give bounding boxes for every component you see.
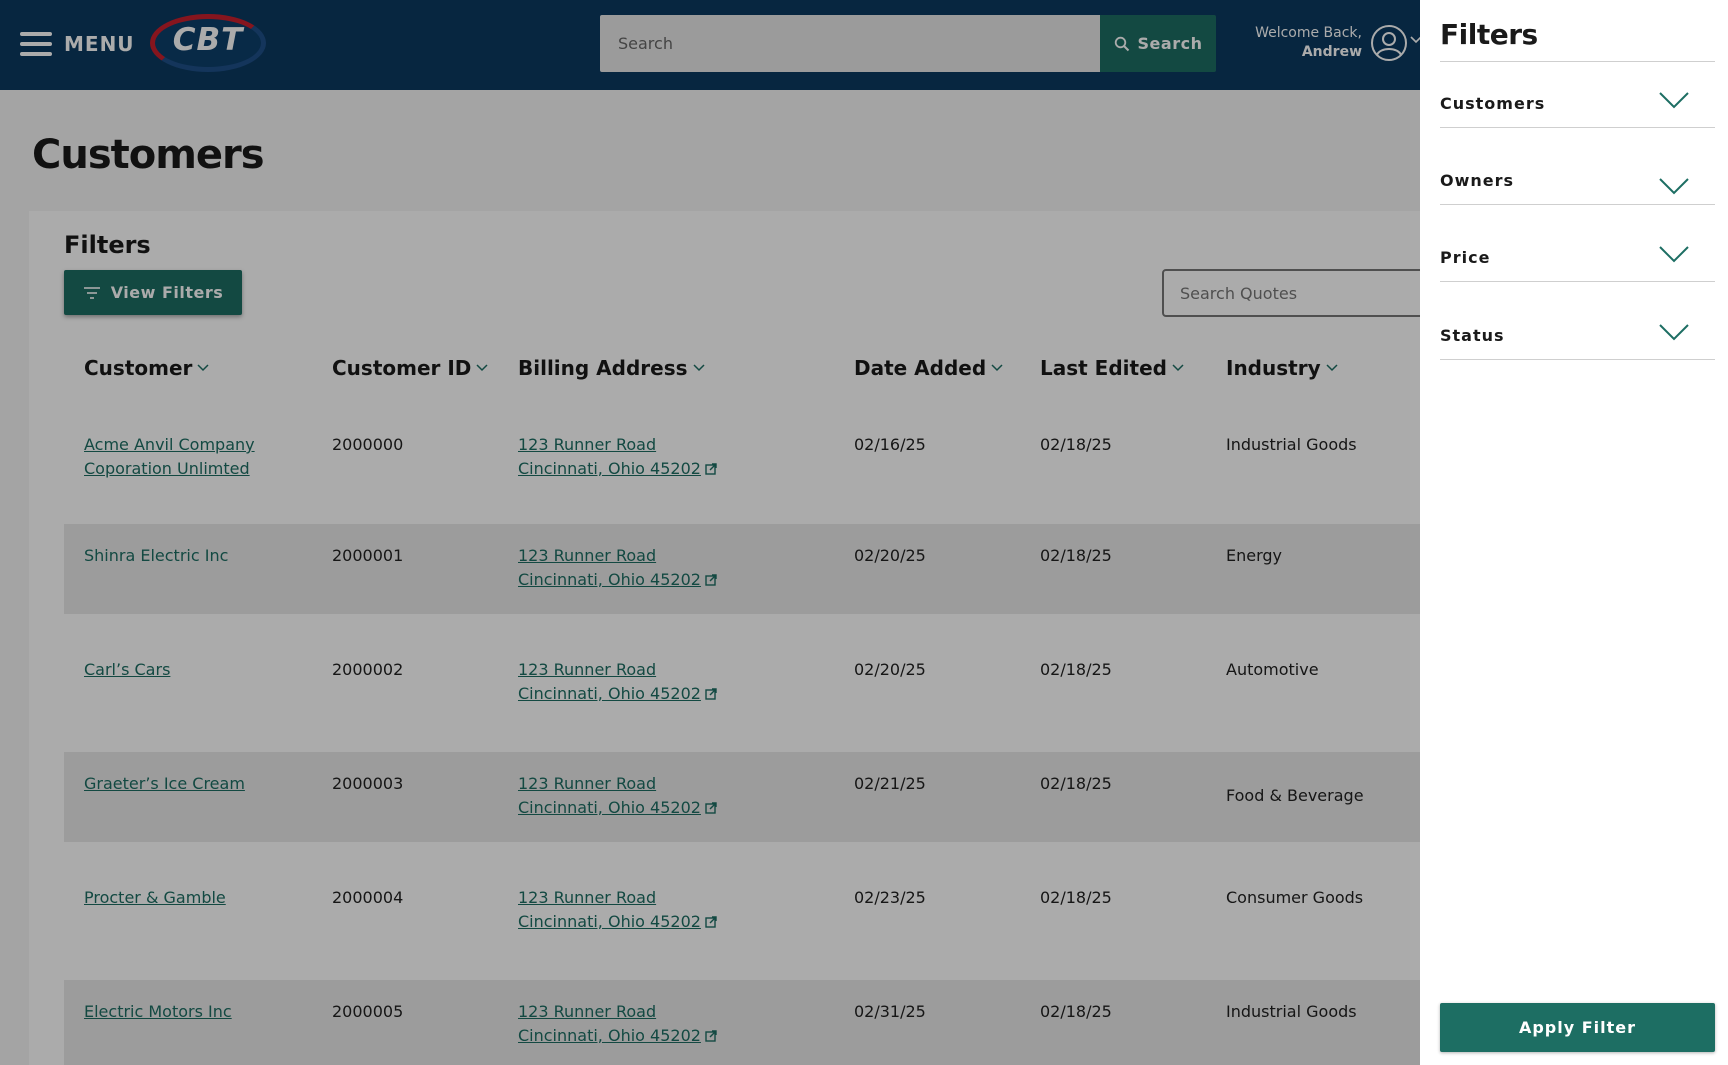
- filter-section-price[interactable]: Price: [1440, 242, 1715, 282]
- filter-section-owners[interactable]: Owners: [1440, 165, 1715, 205]
- modal-overlay[interactable]: [0, 0, 1440, 1065]
- filter-section-status[interactable]: Status: [1440, 320, 1715, 360]
- divider: [1440, 61, 1715, 62]
- chevron-down-icon: [1659, 324, 1689, 341]
- drawer-title: Filters: [1440, 18, 1538, 51]
- chevron-down-icon: [1659, 178, 1689, 195]
- filter-section-label: Owners: [1440, 171, 1515, 190]
- chevron-down-icon: [1659, 246, 1689, 263]
- filter-section-label: Customers: [1440, 94, 1546, 113]
- filter-section-label: Status: [1440, 326, 1505, 345]
- chevron-down-icon: [1659, 92, 1689, 109]
- filter-section-label: Price: [1440, 248, 1491, 267]
- filter-section-customers[interactable]: Customers: [1440, 88, 1715, 128]
- apply-filter-button[interactable]: Apply Filter: [1440, 1003, 1715, 1052]
- filters-drawer: Filters Customers Owners Price Status Ap…: [1420, 0, 1728, 1065]
